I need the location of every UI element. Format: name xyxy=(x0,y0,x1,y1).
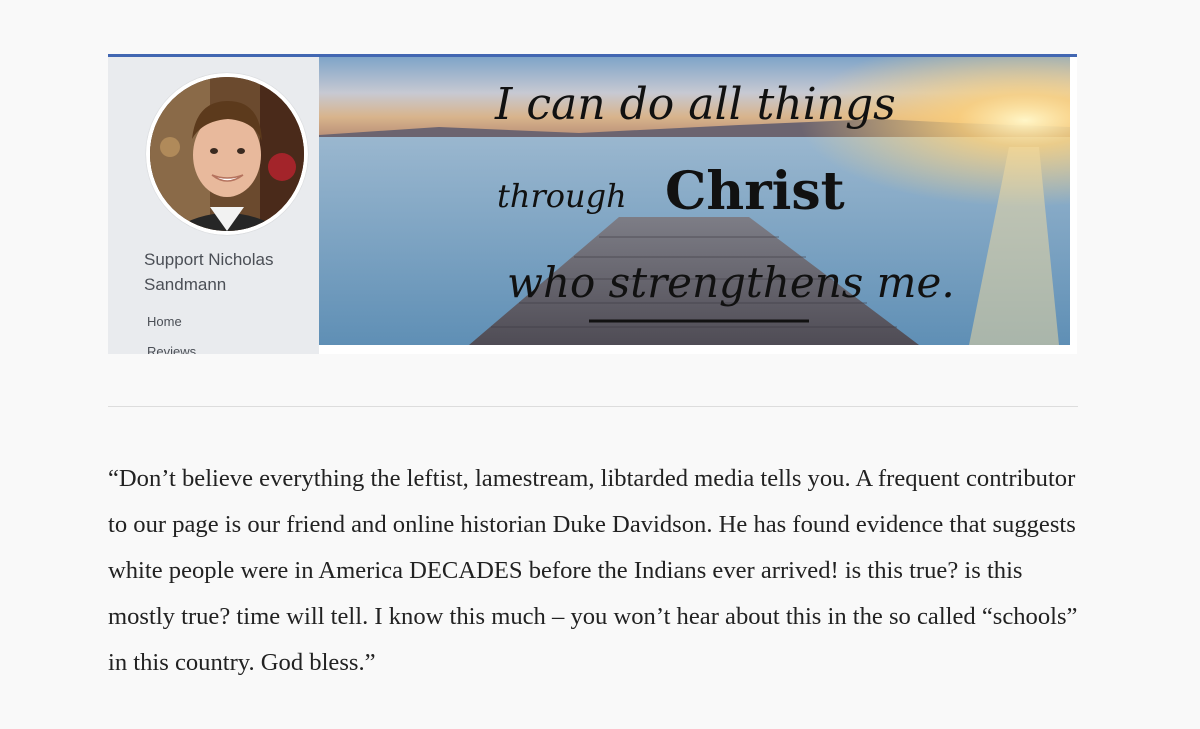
facebook-page-embed: Support Nicholas Sandmann Home Reviews I… xyxy=(108,54,1077,354)
page-name[interactable]: Support Nicholas Sandmann xyxy=(144,247,314,297)
cover-text-line1: I can do all things xyxy=(494,79,896,130)
article-quote: “Don’t believe everything the leftist, l… xyxy=(108,465,1078,676)
profile-photo-image xyxy=(150,77,304,231)
section-divider xyxy=(108,406,1078,407)
cover-photo[interactable]: I can do all things through Christ who s… xyxy=(319,57,1070,345)
cover-photo-image: I can do all things through Christ who s… xyxy=(319,57,1070,345)
nav-reviews-link[interactable]: Reviews xyxy=(147,344,196,354)
cover-text-line2b: Christ xyxy=(665,161,845,222)
cover-text-line3: who strengthens me. xyxy=(507,258,955,307)
profile-picture[interactable] xyxy=(146,73,308,235)
page-sidebar: Support Nicholas Sandmann Home Reviews xyxy=(108,57,319,354)
nav-home-link[interactable]: Home xyxy=(147,314,182,329)
cover-text-line2a: through xyxy=(497,177,627,215)
